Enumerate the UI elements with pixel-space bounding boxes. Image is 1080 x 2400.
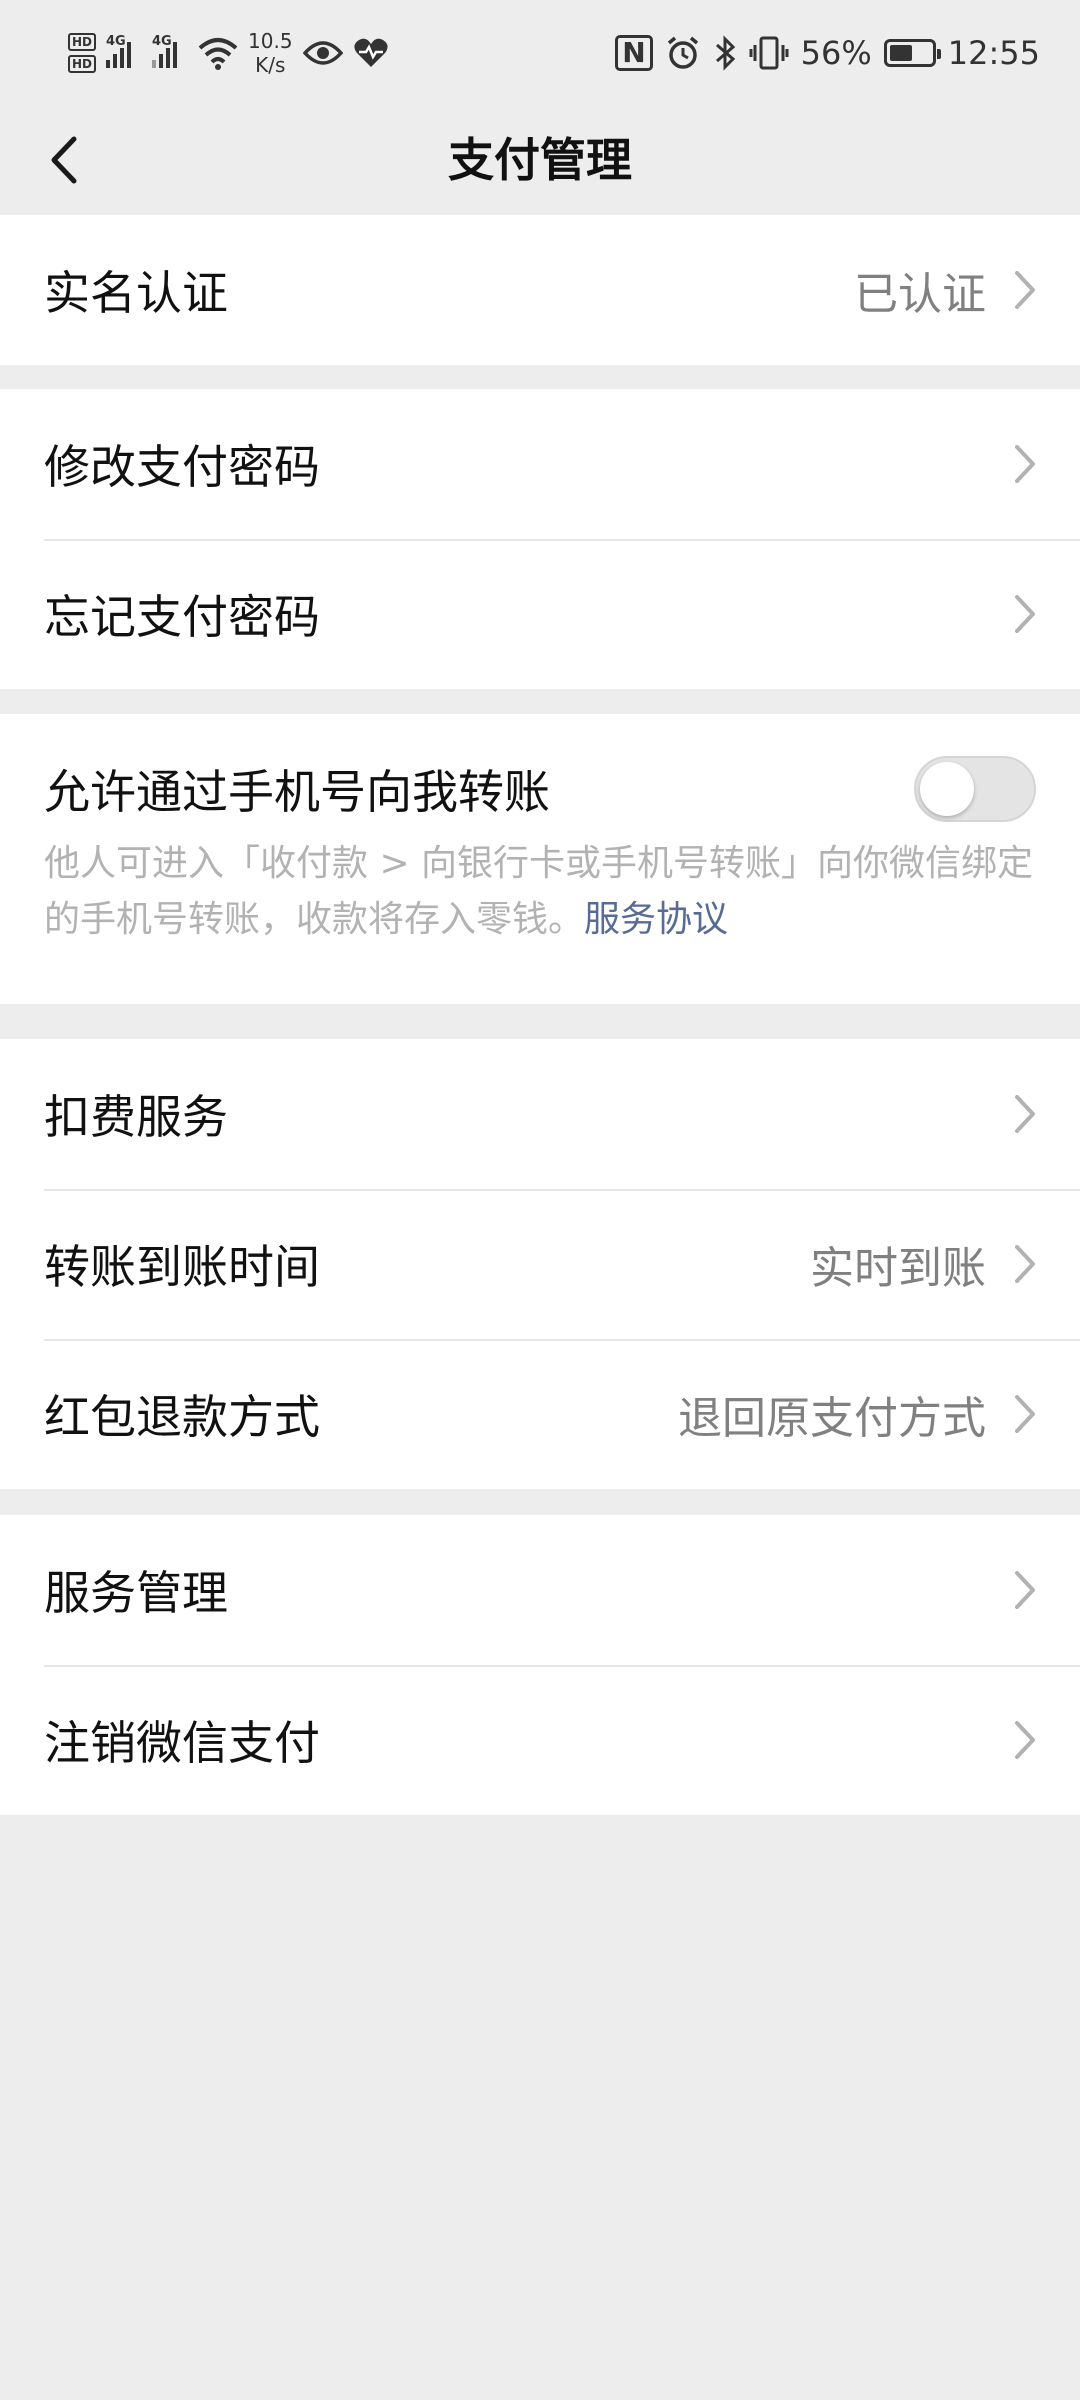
status-bar: HD HD 4G 4G 10.5 K/s N 56% 12:55 [0,0,1080,105]
row-label: 红包退款方式 [44,1390,320,1444]
battery-level-fill [889,45,912,61]
row-label: 允许通过手机号向我转账 [44,765,550,819]
network-speed: 10.5 K/s [248,29,293,77]
chevron-right-icon [1014,1570,1036,1610]
status-bar-left: HD HD 4G 4G 10.5 K/s [68,22,389,84]
forgot-payment-password-row[interactable]: 忘记支付密码 [0,539,1080,689]
chevron-right-icon [1014,1244,1036,1284]
row-label: 修改支付密码 [44,440,320,494]
deduction-service-row[interactable]: 扣费服务 [0,1039,1080,1189]
hd-icon: HD [68,55,97,73]
chevron-right-icon [1014,444,1036,484]
row-value: 已认证 [854,269,986,320]
phone-transfer-section: 允许通过手机号向我转账 他人可进入「收付款 > 向银行卡或手机号转账」向你微信绑… [0,714,1080,1004]
clock: 12:55 [947,34,1040,72]
nfc-icon: N [615,35,653,71]
navigation-bar: 支付管理 [0,105,1080,215]
chevron-right-icon [1014,1394,1036,1434]
chevron-right-icon [1014,1720,1036,1760]
row-value: 实时到账 [810,1243,986,1294]
bluetooth-icon [715,35,735,71]
row-label: 转账到账时间 [44,1240,320,1294]
transfer-arrival-time-row[interactable]: 转账到账时间 实时到账 [0,1189,1080,1339]
row-label: 忘记支付密码 [44,590,320,644]
service-management-row[interactable]: 服务管理 [0,1515,1080,1665]
real-name-verification-row[interactable]: 实名认证 已认证 [0,215,1080,365]
signal-icon: 4G [106,34,142,68]
row-label: 服务管理 [44,1566,228,1620]
heart-health-icon [353,38,388,67]
vibrate-icon [749,36,789,70]
page-title: 支付管理 [448,133,632,187]
phone-transfer-row: 允许通过手机号向我转账 [0,714,1080,864]
network-type-label: 4G [106,34,126,49]
toggle-knob [920,762,974,816]
network-speed-value: 10.5 [248,29,293,53]
chevron-right-icon [1014,1094,1036,1134]
eye-icon [302,41,343,65]
row-value: 退回原支付方式 [678,1393,986,1444]
alarm-icon [667,36,698,69]
phone-transfer-toggle[interactable] [914,756,1036,822]
wifi-icon [198,38,238,70]
row-label: 扣费服务 [44,1090,228,1144]
row-label: 注销微信支付 [44,1716,320,1770]
password-section: 修改支付密码 忘记支付密码 [0,389,1080,689]
chevron-right-icon [1014,270,1036,310]
network-type-label: 4G [152,34,172,49]
service-agreement-link[interactable]: 服务协议 [584,899,728,940]
identity-section: 实名认证 已认证 [0,215,1080,365]
back-arrow-icon [51,136,77,184]
row-label: 实名认证 [44,266,228,320]
battery-percent: 56% [800,34,872,72]
status-bar-right: N 56% 12:55 [615,28,1040,78]
back-button[interactable] [28,125,98,195]
network-speed-unit: K/s [255,53,286,77]
battery-icon [883,39,941,67]
hd-indicators: HD HD [68,33,97,73]
chevron-right-icon [1014,594,1036,634]
payment-settings-section: 扣费服务 转账到账时间 实时到账 红包退款方式 退回原支付方式 [0,1039,1080,1489]
signal-icon: 4G [152,34,188,68]
change-payment-password-row[interactable]: 修改支付密码 [0,389,1080,539]
red-packet-refund-row[interactable]: 红包退款方式 退回原支付方式 [0,1339,1080,1489]
service-section: 服务管理 注销微信支付 [0,1515,1080,1815]
cancel-wechat-pay-row[interactable]: 注销微信支付 [0,1665,1080,1815]
hd-icon: HD [68,33,97,51]
